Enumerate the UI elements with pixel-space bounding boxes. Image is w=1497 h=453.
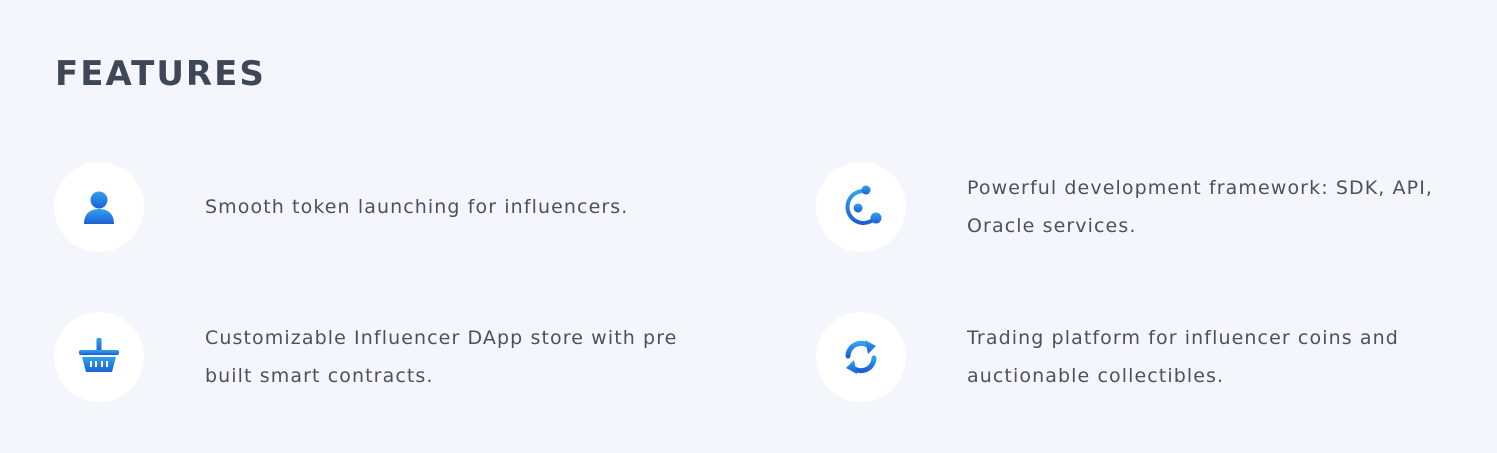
- section-title: FEATURES: [55, 54, 266, 94]
- user-icon: [84, 191, 114, 224]
- basket-icon: [79, 338, 119, 372]
- feature-item-trading-platform: Trading platform for influencer coins an…: [816, 312, 1497, 402]
- feature-item-development-framework: Powerful development framework: SDK, API…: [816, 162, 1497, 252]
- feature-icon-circle: [54, 312, 144, 402]
- feature-icon-circle: [816, 162, 906, 252]
- feature-icon-circle: [54, 162, 144, 252]
- refresh-icon: [845, 340, 877, 374]
- feature-icon-circle: [816, 312, 906, 402]
- feature-item-dapp-store: Customizable Influencer DApp store with …: [54, 312, 754, 402]
- orbit-icon: [845, 185, 882, 225]
- feature-text: Smooth token launching for influencers.: [205, 196, 629, 218]
- feature-text: Customizable Influencer DApp store with …: [205, 327, 678, 387]
- feature-item-token-launching: Smooth token launching for influencers.: [54, 162, 754, 252]
- feature-text: Trading platform for influencer coins an…: [967, 327, 1399, 387]
- feature-text: Powerful development framework: SDK, API…: [967, 177, 1434, 237]
